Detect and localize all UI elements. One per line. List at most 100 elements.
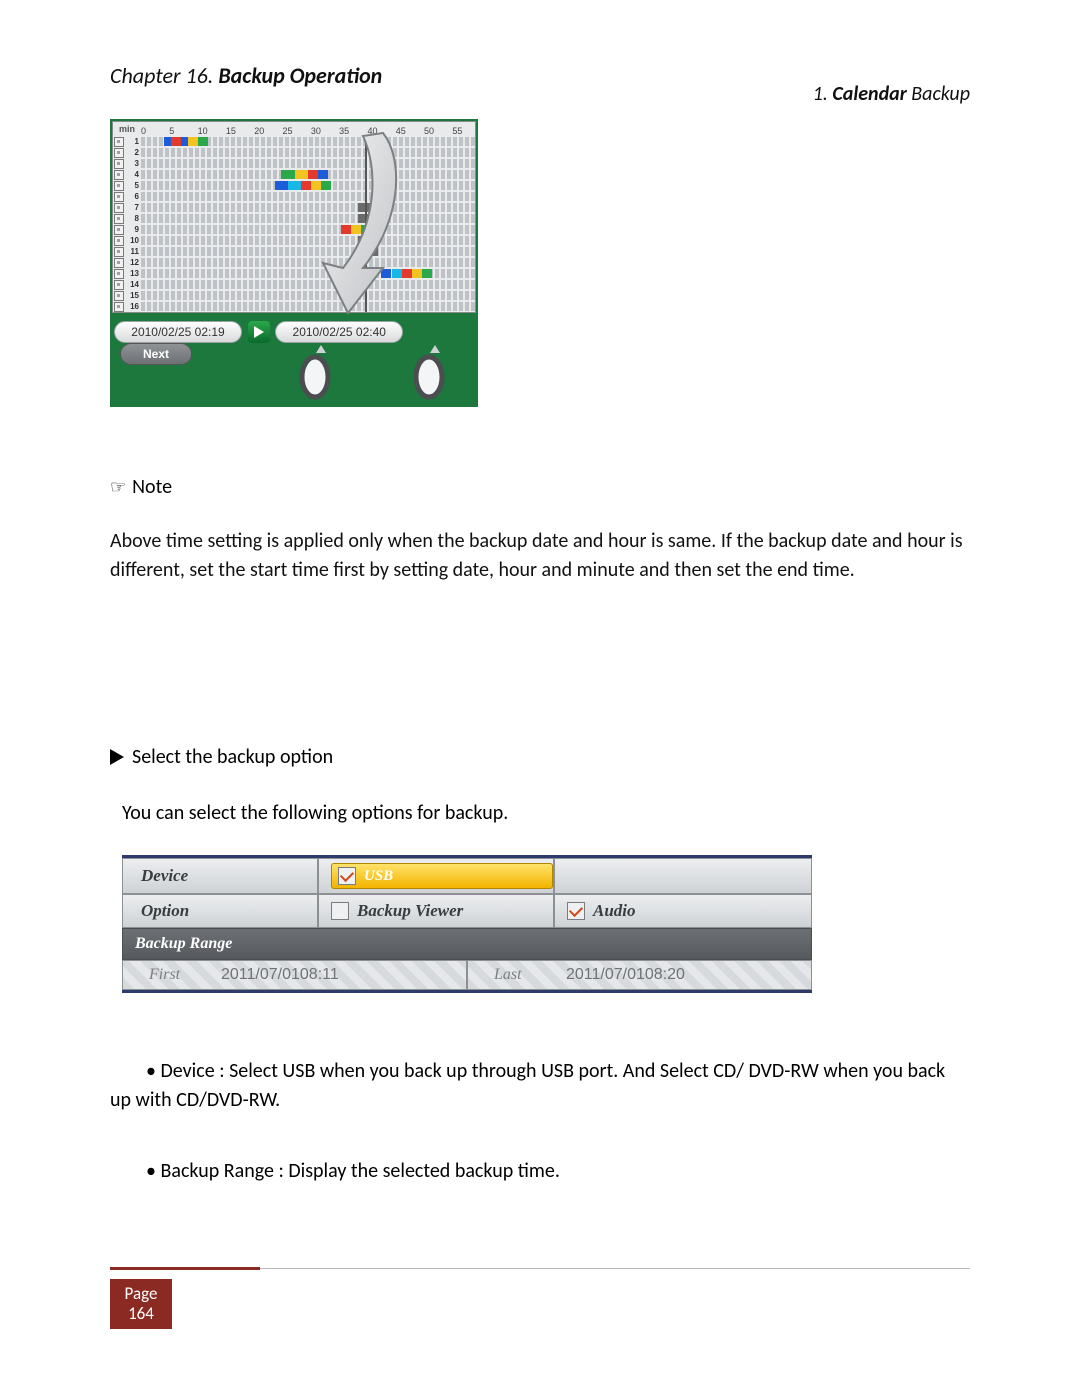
timeline-bar[interactable]: [141, 225, 475, 234]
timeline-row-label: 4: [113, 170, 141, 180]
audio-option[interactable]: Audio: [554, 894, 812, 928]
section-rest: Backup: [907, 82, 970, 106]
channel-number: 12: [125, 258, 141, 267]
timeline-bar[interactable]: [141, 203, 475, 212]
section-num: 1.: [813, 82, 833, 106]
start-time-pill[interactable]: 2010/02/25 02:19: [114, 321, 242, 343]
timeline-segment: [321, 181, 331, 190]
timeline-row-label: 6: [113, 192, 141, 202]
end-time-pill[interactable]: 2010/02/25 02:40: [275, 321, 403, 343]
device-row: Device USB: [122, 858, 812, 894]
timeline-controls: 2010/02/25 02:19 2010/02/25 02:40 Next: [110, 315, 478, 407]
channel-number: 11: [125, 247, 141, 256]
device-spacer: [554, 858, 812, 894]
timeline-row: 14: [113, 279, 475, 290]
camera-icon: [114, 159, 124, 169]
range-first-value: 2011/07/0108:11: [221, 966, 339, 984]
timeline-bar[interactable]: [141, 280, 475, 289]
camera-icon: [114, 280, 124, 290]
timeline-row: 5: [113, 180, 475, 191]
timeline-segment: [381, 269, 391, 278]
timeline-segment: [311, 181, 321, 190]
timeline-segment: [281, 170, 294, 179]
timeline-row: 8: [113, 213, 475, 224]
timeline-ruler: min 0510152025303540455055: [113, 122, 475, 136]
timeline-row-label: 11: [113, 247, 141, 257]
channel-number: 10: [125, 236, 141, 245]
timeline-row-label: 7: [113, 203, 141, 213]
timeline-bar[interactable]: [141, 159, 475, 168]
play-button[interactable]: [248, 321, 270, 343]
timeline-bar[interactable]: [141, 181, 475, 190]
channel-number: 6: [125, 192, 141, 201]
section-title-line: Select the backup option: [110, 745, 970, 769]
camera-icon: [114, 170, 124, 180]
option-row: Option Backup Viewer Audio: [122, 894, 812, 928]
camera-icon: [114, 302, 124, 312]
channel-number: 1: [125, 137, 141, 146]
timeline-segment: [171, 137, 181, 146]
timeline-row-label: 1: [113, 137, 141, 147]
timeline-segment: [295, 170, 308, 179]
option-label: Option: [122, 894, 318, 928]
timeline-bar[interactable]: [141, 148, 475, 157]
timeline-bar[interactable]: [141, 269, 475, 278]
timeline-row: 11: [113, 246, 475, 257]
note-label: Note: [132, 475, 172, 499]
range-row: First 2011/07/0108:11 Last 2011/07/0108:…: [122, 960, 812, 990]
ruler-tick: 20: [254, 126, 264, 136]
ruler-tick: 25: [283, 126, 293, 136]
timeline-segment: [188, 137, 198, 146]
timeline-row: 1: [113, 136, 475, 147]
timeline-bar[interactable]: [141, 291, 475, 300]
channel-number: 4: [125, 170, 141, 179]
start-dial-icon[interactable]: [296, 353, 334, 401]
audio-checkbox[interactable]: [567, 902, 585, 920]
device-dropdown[interactable]: USB: [331, 863, 553, 889]
ruler-tick: 30: [311, 126, 321, 136]
camera-icon: [114, 236, 124, 246]
camera-icon: [114, 203, 124, 213]
timeline-row: 12: [113, 257, 475, 268]
triangle-bullet-icon: [110, 749, 124, 765]
backup-viewer-checkbox[interactable]: [331, 902, 349, 920]
timeline-segment: [288, 181, 301, 190]
camera-icon: [114, 291, 124, 301]
camera-icon: [114, 269, 124, 279]
camera-icon: [114, 214, 124, 224]
end-dial-icon[interactable]: [410, 353, 448, 401]
ruler-tick: 10: [198, 126, 208, 136]
timeline-row-label: 3: [113, 159, 141, 169]
channel-number: 14: [125, 280, 141, 289]
channel-number: 3: [125, 159, 141, 168]
timeline-row: 6: [113, 191, 475, 202]
document-page: Chapter 16. Backup Operation 1. Calendar…: [0, 0, 1080, 1397]
timeline-bar[interactable]: [141, 302, 475, 311]
ruler-tick: 55: [452, 126, 462, 136]
timeline-segment: [422, 269, 432, 278]
channel-number: 15: [125, 291, 141, 300]
timeline-segment: [341, 225, 351, 234]
note-body: Above time setting is applied only when …: [110, 527, 970, 585]
timeline-row: 15: [113, 290, 475, 301]
timeline-bar[interactable]: [141, 258, 475, 267]
ruler-min-label: min: [113, 124, 141, 134]
next-button[interactable]: Next: [120, 343, 192, 365]
timeline-bar[interactable]: [141, 192, 475, 201]
timeline-bar[interactable]: [141, 247, 475, 256]
timeline-rows: 12345678910111213141516: [113, 136, 475, 312]
timeline-bar[interactable]: [141, 236, 475, 245]
section-intro: You can select the following options for…: [122, 801, 970, 825]
backup-viewer-option[interactable]: Backup Viewer: [318, 894, 554, 928]
timeline-bar[interactable]: [141, 214, 475, 223]
range-last-cell: Last 2011/07/0108:20: [467, 960, 812, 990]
channel-number: 7: [125, 203, 141, 212]
timeline-row-label: 16: [113, 302, 141, 312]
timeline-segment: [392, 269, 402, 278]
timeline-bar[interactable]: [141, 170, 475, 179]
timeline-playhead[interactable]: [365, 136, 367, 312]
timeline-segment: [308, 170, 318, 179]
backup-viewer-label: Backup Viewer: [357, 901, 463, 921]
chapter-prefix: Chapter 16.: [110, 62, 218, 89]
timeline-bar[interactable]: [141, 137, 475, 146]
